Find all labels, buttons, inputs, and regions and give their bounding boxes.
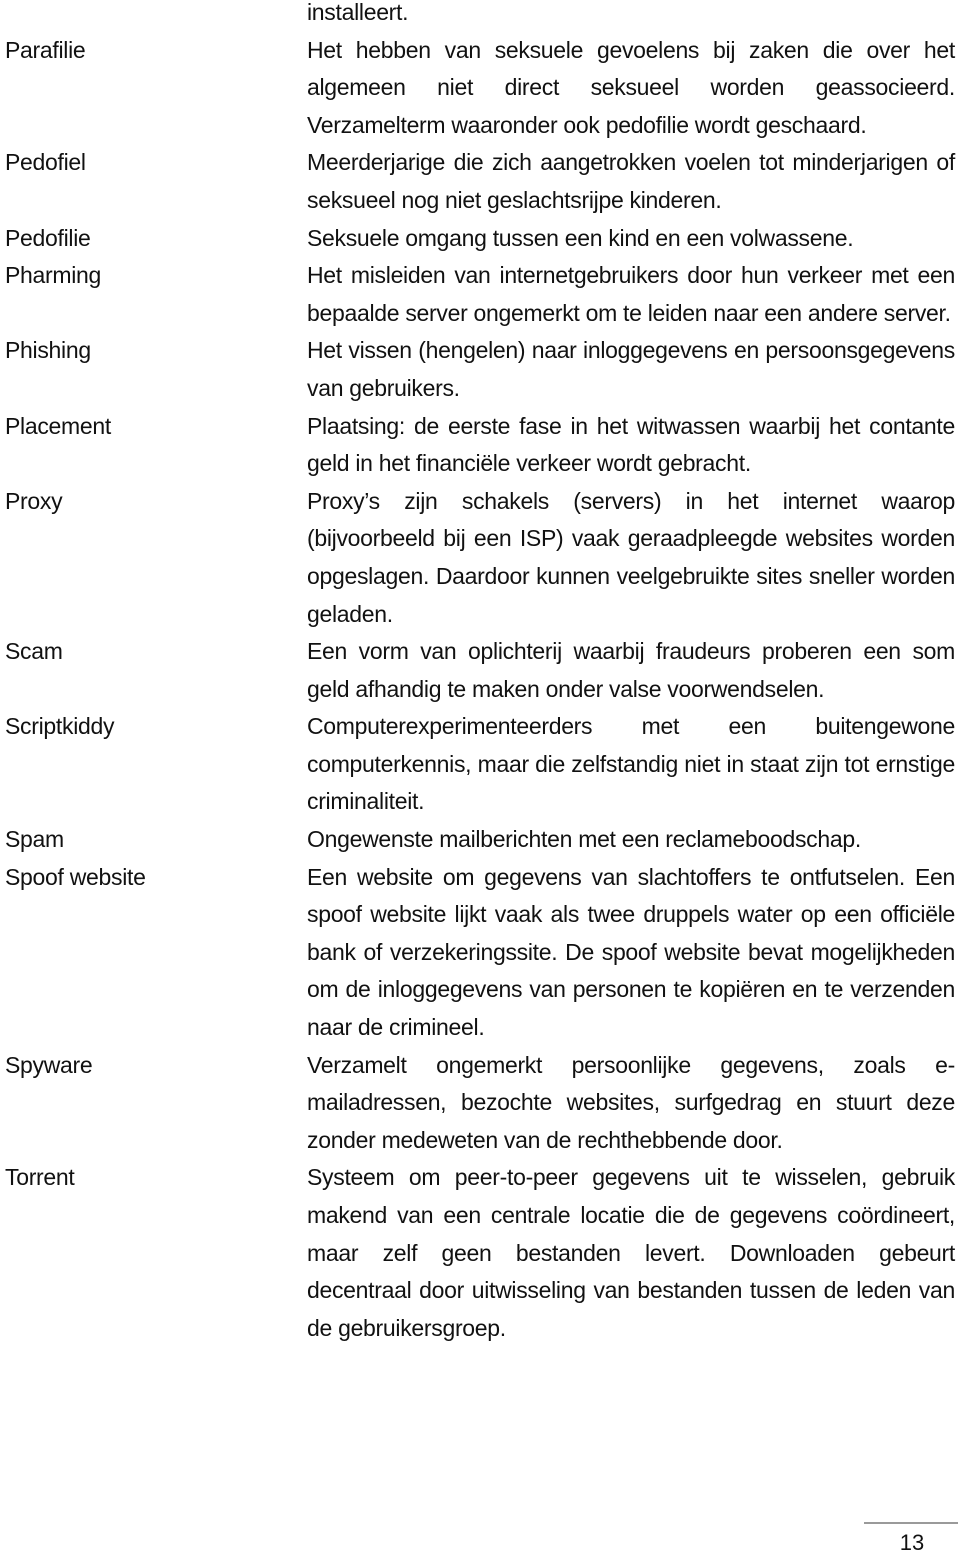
glossary-entry: Spoof website Een website om gegevens va… [0,859,960,1047]
glossary-entry: Torrent Systeem om peer-to-peer gegevens… [0,1159,960,1347]
glossary-definition: Het hebben van seksuele gevoelens bij za… [307,36,955,138]
glossary-term: Spoof website [5,863,146,890]
glossary-entry: Pedofilie Seksuele omgang tussen een kin… [0,220,960,258]
glossary-entry: Phishing Het vissen (hengelen) naar inlo… [0,332,960,407]
glossary-page: installeert. Parafilie Het hebben van se… [0,0,960,1347]
glossary-definition: Meerderjarige die zich aangetrokken voel… [307,149,955,213]
page-number: 13 [899,1530,925,1555]
continuation-text: installeert. [307,0,409,25]
glossary-definition: Computerexperimenteerders met een buiten… [307,713,955,815]
glossary-definition: Verzamelt ongemerkt persoonlijke gegeven… [307,1051,955,1153]
glossary-term: Spyware [5,1051,93,1078]
glossary-entry: Parafilie Het hebben van seksuele gevoel… [0,32,960,145]
glossary-entry: Pedofiel Meerderjarige die zich aangetro… [0,144,960,219]
glossary-definition: Seksuele omgang tussen een kind en een v… [307,224,854,251]
glossary-term: Phishing [5,337,91,364]
glossary-entry: Scriptkiddy Computerexperimenteerders me… [0,708,960,821]
glossary-entry: Scam Een vorm van oplichterij waarbij fr… [0,633,960,708]
glossary-term: Pharming [5,262,102,289]
page-footer: 13 [864,1522,958,1557]
glossary-term: Parafilie [5,36,86,63]
glossary-definition: Het vissen (hengelen) naar inloggegevens… [307,337,955,401]
glossary-term: Scriptkiddy [5,713,115,740]
footer-divider [864,1522,958,1524]
glossary-entry: Pharming Het misleiden van internetgebru… [0,257,960,332]
glossary-definition: Een website om gegevens van slachtoffers… [307,863,955,1041]
glossary-definition: Een vorm van oplichterij waarbij fraudeu… [307,638,955,702]
glossary-entry: Placement Plaatsing: de eerste fase in h… [0,408,960,483]
glossary-definition: Plaatsing: de eerste fase in het witwass… [307,412,955,477]
glossary-definition: Ongewenste mailberichten met een reclame… [307,826,861,853]
glossary-term: Placement [5,412,111,439]
glossary-term: Proxy [5,487,63,514]
glossary-entry: Spyware Verzamelt ongemerkt persoonlijke… [0,1047,960,1160]
glossary-term: Pedofilie [5,224,91,251]
glossary-term: Spam [5,826,64,853]
glossary-term: Scam [5,638,63,665]
glossary-entry: Proxy Proxy’s zijn schakels (servers) in… [0,483,960,633]
glossary-term: Torrent [5,1164,75,1191]
glossary-term: Pedofiel [5,149,86,176]
glossary-definition: Proxy’s zijn schakels (servers) in het i… [307,487,955,627]
glossary-definition: Het misleiden van internetgebruikers doo… [307,262,955,326]
glossary-entry: Spam Ongewenste mailberichten met een re… [0,821,960,859]
glossary-definition: Systeem om peer-to-peer gegevens uit te … [307,1164,955,1341]
